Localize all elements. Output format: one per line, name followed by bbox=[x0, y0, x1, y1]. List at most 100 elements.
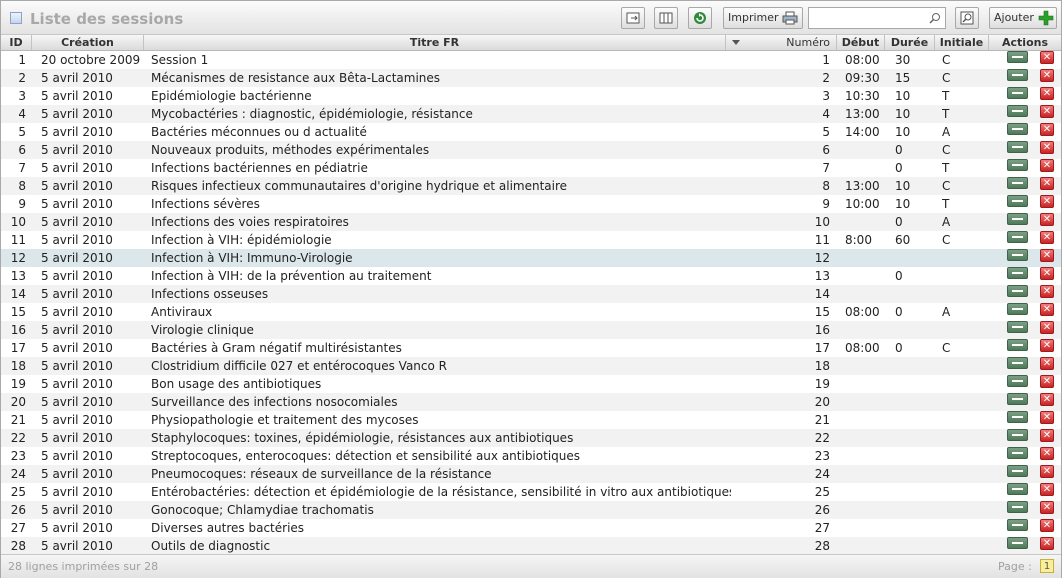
column-header-creation[interactable]: Création bbox=[32, 35, 144, 50]
delete-icon[interactable]: ✕ bbox=[1040, 87, 1054, 100]
columns-button[interactable] bbox=[654, 7, 678, 29]
table-row[interactable]: 21 5 avril 2010 Physiopathologie et traite… bbox=[1, 411, 1061, 429]
table-row[interactable]: 16 5 avril 2010 Virologie clinique 16 ✕ bbox=[1, 321, 1061, 339]
column-header-id[interactable]: ID bbox=[1, 35, 32, 50]
edit-icon[interactable] bbox=[1007, 375, 1028, 387]
table-row[interactable]: 25 5 avril 2010 Entérobactéries: détection… bbox=[1, 483, 1061, 501]
table-row[interactable]: 15 5 avril 2010 Antiviraux 15 08:00 0 A ✕ bbox=[1, 303, 1061, 321]
delete-icon[interactable]: ✕ bbox=[1040, 411, 1054, 424]
edit-icon[interactable] bbox=[1007, 87, 1028, 99]
table-row[interactable]: 10 5 avril 2010 Infections des voies respi… bbox=[1, 213, 1061, 231]
edit-icon[interactable] bbox=[1007, 177, 1028, 189]
table-row[interactable]: 11 5 avril 2010 Infection à VIH: épidémiol… bbox=[1, 231, 1061, 249]
edit-icon[interactable] bbox=[1007, 357, 1028, 369]
add-button[interactable]: Ajouter bbox=[989, 7, 1057, 29]
table-row[interactable]: 12 5 avril 2010 Infection à VIH: Immuno-Vi… bbox=[1, 249, 1061, 267]
edit-icon[interactable] bbox=[1007, 285, 1028, 297]
table-row[interactable]: 1 20 octobre 2009 Session 1 1 08:00 30 C ✕ bbox=[1, 51, 1061, 69]
edit-icon[interactable] bbox=[1007, 411, 1028, 423]
edit-icon[interactable] bbox=[1007, 249, 1028, 261]
table-row[interactable]: 14 5 avril 2010 Infections osseuses 14 ✕ bbox=[1, 285, 1061, 303]
table-row[interactable]: 17 5 avril 2010 Bactéries à Gram négatif m… bbox=[1, 339, 1061, 357]
table-row[interactable]: 20 5 avril 2010 Surveillance des infection… bbox=[1, 393, 1061, 411]
edit-icon[interactable] bbox=[1007, 483, 1028, 495]
table-row[interactable]: 18 5 avril 2010 Clostridium difficile 027 … bbox=[1, 357, 1061, 375]
delete-icon[interactable]: ✕ bbox=[1040, 123, 1054, 136]
edit-icon[interactable] bbox=[1007, 141, 1028, 153]
delete-icon[interactable]: ✕ bbox=[1040, 249, 1054, 262]
delete-icon[interactable]: ✕ bbox=[1040, 141, 1054, 154]
table-row[interactable]: 13 5 avril 2010 Infection à VIH: de la pré… bbox=[1, 267, 1061, 285]
column-header-titre[interactable]: Titre FR bbox=[144, 35, 726, 50]
table-row[interactable]: 8 5 avril 2010 Risques infectieux communau… bbox=[1, 177, 1061, 195]
edit-icon[interactable] bbox=[1007, 519, 1028, 531]
delete-icon[interactable]: ✕ bbox=[1040, 357, 1054, 370]
edit-icon[interactable] bbox=[1007, 213, 1028, 225]
delete-icon[interactable]: ✕ bbox=[1040, 339, 1054, 352]
column-header-numero[interactable]: Numéro bbox=[726, 35, 837, 50]
edit-icon[interactable] bbox=[1007, 195, 1028, 207]
table-row[interactable]: 4 5 avril 2010 Mycobactéries : diagnostic,… bbox=[1, 105, 1061, 123]
column-header-duree[interactable]: Durée bbox=[885, 35, 935, 50]
delete-icon[interactable]: ✕ bbox=[1040, 321, 1054, 334]
delete-icon[interactable]: ✕ bbox=[1040, 303, 1054, 316]
delete-icon[interactable]: ✕ bbox=[1040, 285, 1054, 298]
refresh-button[interactable] bbox=[688, 7, 712, 29]
table-row[interactable]: 9 5 avril 2010 Infections sévères 9 10:00 10 T… bbox=[1, 195, 1061, 213]
edit-icon[interactable] bbox=[1007, 69, 1028, 81]
table-row[interactable]: 19 5 avril 2010 Bon usage des antibiotique… bbox=[1, 375, 1061, 393]
page-button[interactable]: 1 bbox=[1040, 559, 1054, 573]
table-row[interactable]: 2 5 avril 2010 Mécanismes de resistance au… bbox=[1, 69, 1061, 87]
edit-icon[interactable] bbox=[1007, 303, 1028, 315]
edit-icon[interactable] bbox=[1007, 447, 1028, 459]
delete-icon[interactable]: ✕ bbox=[1040, 159, 1054, 172]
delete-icon[interactable]: ✕ bbox=[1040, 375, 1054, 388]
table-row[interactable]: 7 5 avril 2010 Infections bactériennes en … bbox=[1, 159, 1061, 177]
edit-icon[interactable] bbox=[1007, 393, 1028, 405]
edit-icon[interactable] bbox=[1007, 123, 1028, 135]
delete-icon[interactable]: ✕ bbox=[1040, 69, 1054, 82]
edit-icon[interactable] bbox=[1007, 429, 1028, 441]
delete-icon[interactable]: ✕ bbox=[1040, 51, 1054, 64]
delete-icon[interactable]: ✕ bbox=[1040, 537, 1054, 550]
table-row[interactable]: 24 5 avril 2010 Pneumocoques: réseaux de s… bbox=[1, 465, 1061, 483]
column-header-initiale[interactable]: Initiale bbox=[935, 35, 989, 50]
table-row[interactable]: 26 5 avril 2010 Gonocoque; Chlamydiae trac… bbox=[1, 501, 1061, 519]
table-row[interactable]: 5 5 avril 2010 Bactéries méconnues ou d ac… bbox=[1, 123, 1061, 141]
edit-icon[interactable] bbox=[1007, 501, 1028, 513]
column-header-debut[interactable]: Début bbox=[837, 35, 885, 50]
delete-icon[interactable]: ✕ bbox=[1040, 231, 1054, 244]
delete-icon[interactable]: ✕ bbox=[1040, 177, 1054, 190]
edit-icon[interactable] bbox=[1007, 159, 1028, 171]
search-input[interactable] bbox=[808, 7, 946, 29]
edit-icon[interactable] bbox=[1007, 51, 1028, 63]
edit-icon[interactable] bbox=[1007, 339, 1028, 351]
delete-icon[interactable]: ✕ bbox=[1040, 195, 1054, 208]
export-button[interactable] bbox=[621, 7, 645, 29]
delete-icon[interactable]: ✕ bbox=[1040, 393, 1054, 406]
delete-icon[interactable]: ✕ bbox=[1040, 447, 1054, 460]
edit-icon[interactable] bbox=[1007, 267, 1028, 279]
table-row[interactable]: 6 5 avril 2010 Nouveaux produits, méthodes… bbox=[1, 141, 1061, 159]
edit-icon[interactable] bbox=[1007, 231, 1028, 243]
edit-icon[interactable] bbox=[1007, 465, 1028, 477]
table-row[interactable]: 27 5 avril 2010 Diverses autres bactéries 2… bbox=[1, 519, 1061, 537]
table-row[interactable]: 28 5 avril 2010 Outils de diagnostic 28 ✕ bbox=[1, 537, 1061, 555]
cell-creation: 5 avril 2010 bbox=[41, 521, 113, 535]
advanced-search-button[interactable] bbox=[955, 7, 979, 29]
edit-icon[interactable] bbox=[1007, 105, 1028, 117]
delete-icon[interactable]: ✕ bbox=[1040, 483, 1054, 496]
print-button[interactable]: Imprimer bbox=[723, 7, 803, 29]
edit-icon[interactable] bbox=[1007, 537, 1028, 549]
table-row[interactable]: 23 5 avril 2010 Streptocoques, enterocoque… bbox=[1, 447, 1061, 465]
table-row[interactable]: 22 5 avril 2010 Staphylocoques: toxines, é… bbox=[1, 429, 1061, 447]
delete-icon[interactable]: ✕ bbox=[1040, 213, 1054, 226]
delete-icon[interactable]: ✕ bbox=[1040, 519, 1054, 532]
delete-icon[interactable]: ✕ bbox=[1040, 501, 1054, 514]
table-row[interactable]: 3 5 avril 2010 Epidémiologie bactérienne 3 1… bbox=[1, 87, 1061, 105]
edit-icon[interactable] bbox=[1007, 321, 1028, 333]
delete-icon[interactable]: ✕ bbox=[1040, 429, 1054, 442]
delete-icon[interactable]: ✕ bbox=[1040, 465, 1054, 478]
delete-icon[interactable]: ✕ bbox=[1040, 267, 1054, 280]
delete-icon[interactable]: ✕ bbox=[1040, 105, 1054, 118]
